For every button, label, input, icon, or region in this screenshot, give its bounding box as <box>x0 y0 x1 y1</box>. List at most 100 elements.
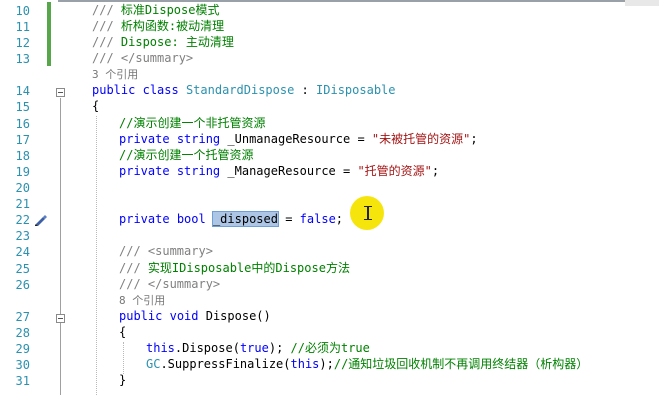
line-number: 22 <box>15 213 30 227</box>
code-line[interactable]: public void Dispose() <box>119 308 271 324</box>
code-token: public <box>92 83 136 97</box>
line-number: 18 <box>15 149 30 163</box>
code-token: //演示创建一个托管资源 <box>119 148 254 162</box>
code-token: Dispose: 主动清理 <box>120 35 234 49</box>
line-number: 29 <box>15 342 30 356</box>
code-line[interactable]: //演示创建一个非托管资源 <box>119 115 265 131</box>
line-number: 12 <box>15 36 30 50</box>
code-token: ); <box>319 357 334 371</box>
code-token: ; <box>335 212 344 226</box>
code-token: .Dispose( <box>174 341 240 355</box>
collapse-method-toggle-icon[interactable] <box>56 314 65 323</box>
quick-action-pencil-icon[interactable] <box>34 214 48 226</box>
reference-count-link[interactable]: 8 个引用 <box>119 294 165 307</box>
code-line[interactable]: /// </summary> <box>119 276 220 292</box>
code-line[interactable]: /// Dispose: 主动清理 <box>92 34 234 50</box>
code-token: ; <box>470 132 478 146</box>
line-number: 19 <box>15 165 30 179</box>
code-token: /// <box>119 261 148 275</box>
code-token: "未被托管的资源" <box>371 132 471 146</box>
code-token: { <box>92 99 100 113</box>
code-line[interactable]: { <box>119 324 126 340</box>
code-token: private <box>119 164 170 178</box>
code-token: ); <box>268 341 291 355</box>
code-token: /// <summary> <box>119 244 213 258</box>
code-line[interactable]: /// 析构函数:被动清理 <box>92 18 224 34</box>
code-token: void <box>169 309 199 323</box>
line-number: 23 <box>15 229 30 243</box>
code-line[interactable]: /// 标准Dispose模式 <box>92 2 219 18</box>
code-token: { <box>119 325 127 339</box>
code-line[interactable]: //演示创建一个托管资源 <box>119 147 253 163</box>
line-number: 17 <box>15 133 30 147</box>
code-token: "托管的资源" <box>357 164 432 178</box>
line-number: 14 <box>15 84 30 98</box>
class-outline-line <box>60 98 61 395</box>
code-token: string <box>176 132 221 146</box>
code-token: this <box>146 341 175 355</box>
code-line[interactable]: /// 实现IDisposable中的Dispose方法 <box>119 260 350 276</box>
code-token: string <box>176 164 221 178</box>
code-line[interactable]: private string _ManageResource = "托管的资源"… <box>119 163 439 179</box>
reference-count-link[interactable]: 3 个引用 <box>92 68 138 81</box>
saved-change-marker <box>47 2 51 66</box>
line-number: 15 <box>15 100 30 114</box>
code-token: ; <box>431 164 440 178</box>
line-number: 21 <box>15 197 30 211</box>
code-token: /// </summary> <box>92 51 194 65</box>
code-token: 标准Dispose模式 <box>120 3 220 17</box>
code-line[interactable]: GC.SuppressFinalize(this);//通知垃圾回收机制不再调用… <box>146 356 588 372</box>
code-token: : <box>294 83 317 97</box>
indent-guide <box>96 116 97 395</box>
code-token: class <box>142 83 179 97</box>
code-line[interactable]: private string _UnmanageResource = "未被托管… <box>119 131 478 147</box>
code-token: _UnmanageResource = <box>220 132 372 146</box>
code-token: this <box>290 357 320 371</box>
line-number: 10 <box>15 4 30 18</box>
code-token: Dispose() <box>198 309 271 323</box>
code-token: true <box>239 341 269 355</box>
line-number: 25 <box>15 262 30 276</box>
code-token: } <box>119 373 127 387</box>
code-token: /// <box>92 3 121 17</box>
code-token: 析构函数:被动清理 <box>120 19 225 33</box>
collapse-class-toggle-icon[interactable] <box>56 88 65 97</box>
code-line[interactable]: } <box>119 372 126 388</box>
line-number: 27 <box>15 310 30 324</box>
code-token: /// <box>92 35 121 49</box>
scroll-indicator <box>625 0 659 6</box>
code-token: .SuppressFinalize( <box>160 357 291 371</box>
code-token: /// </summary> <box>119 277 221 291</box>
code-line[interactable]: public class StandardDispose : IDisposab… <box>92 82 396 98</box>
line-number: 30 <box>15 358 30 372</box>
code-token: false <box>299 212 336 226</box>
code-token: _ManageResource = <box>220 164 358 178</box>
line-number: 11 <box>15 20 30 34</box>
code-line[interactable]: /// </summary> <box>92 50 193 66</box>
line-number: 28 <box>15 326 30 340</box>
code-token: = <box>277 212 300 226</box>
line-number: 24 <box>15 245 30 259</box>
line-number: 13 <box>15 52 30 66</box>
code-line[interactable]: 8 个引用 <box>119 292 165 308</box>
code-token: StandardDispose <box>185 83 295 97</box>
code-line[interactable]: 3 个引用 <box>92 66 138 82</box>
code-line[interactable]: this.Dispose(true); //必须为true <box>146 340 370 356</box>
code-token: //必须为true <box>290 341 370 355</box>
code-token: //演示创建一个非托管资源 <box>119 116 266 130</box>
line-number: 31 <box>15 374 30 388</box>
code-token: //通知垃圾回收机制不再调用终结器（析构器） <box>333 357 589 371</box>
indent-guide <box>123 342 124 374</box>
code-line[interactable]: /// <summary> <box>119 243 213 259</box>
code-line[interactable]: { <box>92 98 99 114</box>
text-cursor-icon <box>364 206 372 220</box>
code-line[interactable]: private bool _disposed = false; <box>119 211 343 227</box>
line-number: 16 <box>15 117 30 131</box>
